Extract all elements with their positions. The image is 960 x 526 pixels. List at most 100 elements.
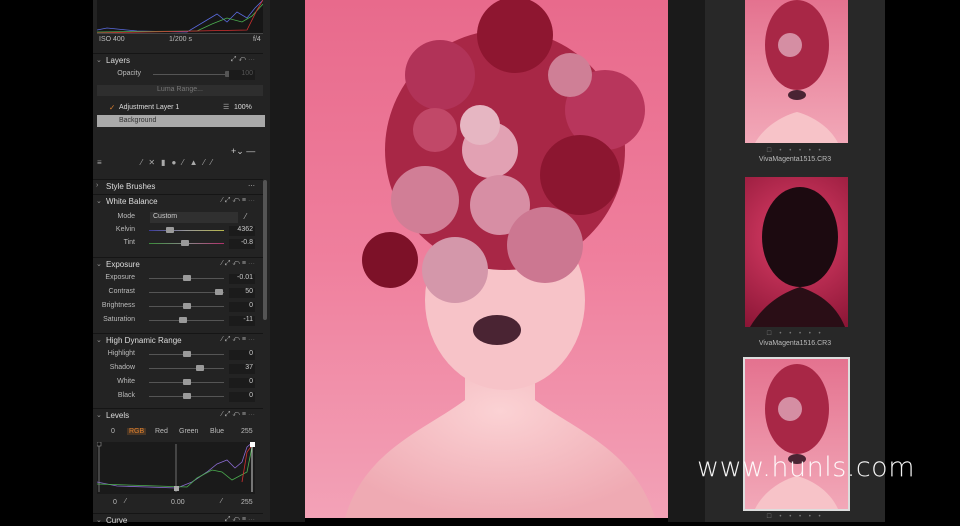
portrait-image [345, 0, 655, 518]
slider-knob[interactable] [214, 289, 223, 295]
tab-green[interactable]: Green [179, 428, 198, 435]
mode-select[interactable]: Custom [150, 212, 238, 223]
thumbnail-1515[interactable] [745, 0, 848, 143]
slider-value[interactable]: 50 [229, 288, 255, 298]
more-icon[interactable]: ⋯ [248, 182, 257, 190]
tool-icons[interactable]: ⤢↶≡⋯ [225, 516, 257, 524]
exposure-header[interactable]: ⌄ Exposure ⁄⤢↶≡⋯ [93, 257, 263, 270]
opacity-value[interactable]: 100 [229, 70, 255, 80]
slider-label: Contrast [108, 288, 135, 295]
tab-rgb[interactable]: RGB [127, 428, 147, 435]
main-image-viewer[interactable] [305, 0, 668, 518]
slider-knob[interactable] [182, 275, 191, 281]
levels-histogram[interactable] [97, 442, 255, 494]
tab-red[interactable]: Red [155, 428, 168, 435]
slider-track[interactable] [149, 368, 224, 369]
brush-tool-icons[interactable]: ⁄✕▮●⁄▲⁄⁄ [141, 158, 218, 167]
rating-dots[interactable]: ☐ • • • • • [705, 147, 885, 154]
section-title: Levels [106, 411, 130, 420]
white-balance-header[interactable]: ⌄ White Balance ⁄⤢↶≡⋯ [93, 194, 263, 207]
thumbnail-filename: VivaMagenta1515.CR3 [758, 156, 832, 163]
layers-header[interactable]: ⌄ Layers ⤢↶⋯ [93, 53, 263, 66]
layer-opacity: 100% [234, 104, 252, 111]
levels-input-high[interactable]: 255 [241, 428, 253, 435]
slider-value[interactable]: 4362 [229, 226, 255, 236]
section-title: Curve [106, 516, 128, 525]
levels-input-low[interactable]: 0 [111, 428, 115, 435]
opacity-slider[interactable] [153, 74, 231, 75]
wb-mode-row[interactable]: Mode Custom ⁄ [93, 212, 263, 224]
slider-value[interactable]: 0 [229, 350, 255, 360]
filmstrip: ☐ • • • • • VivaMagenta1515.CR3 ☐ • • • … [705, 0, 885, 522]
slider-label: Kelvin [115, 226, 135, 233]
slider-value[interactable]: 0 [229, 302, 255, 312]
curve-header[interactable]: ⌄ Curve ⤢↶≡⋯ [93, 513, 263, 526]
slider-knob[interactable] [182, 379, 191, 385]
slider-knob[interactable] [178, 317, 187, 323]
tool-icons[interactable]: ⁄⤢↶≡⋯ [222, 197, 257, 205]
eyedropper-icon[interactable]: ⁄ [221, 498, 222, 505]
tool-icons[interactable]: ⁄⤢↶≡⋯ [222, 336, 257, 344]
slider-knob[interactable] [166, 227, 174, 233]
slider-row-black[interactable]: Black 0 [93, 391, 263, 403]
tool-icons[interactable]: ⤢↶⋯ [231, 56, 257, 64]
output-low[interactable]: 0 [113, 499, 117, 506]
slider-knob[interactable] [182, 303, 191, 309]
levels-header[interactable]: ⌄ Levels ⁄⤢↶≡⋯ [93, 408, 263, 421]
opacity-row[interactable]: Opacity 100 [93, 69, 263, 81]
slider-row-highlight[interactable]: Highlight 0 [93, 349, 263, 361]
midpoint-value[interactable]: 0.00 [171, 499, 185, 506]
section-title: High Dynamic Range [106, 336, 182, 345]
layer-name: Background [119, 117, 157, 124]
hdr-header[interactable]: ⌄ High Dynamic Range ⁄⤢↶≡⋯ [93, 333, 263, 346]
slider-value[interactable]: -0.8 [229, 239, 255, 249]
slider-row-contrast[interactable]: Contrast 50 [93, 287, 263, 299]
tool-icons[interactable]: ⁄⤢↶≡⋯ [222, 411, 257, 419]
layer-item[interactable]: ✓ Adjustment Layer 1 ☰ 100% [97, 102, 263, 114]
thumbnail-1516[interactable] [745, 177, 848, 327]
slider-row-tint[interactable]: Tint -0.8 [93, 238, 263, 250]
rating-dots[interactable]: ☐ • • • • • [705, 513, 885, 520]
iso-readout: ISO 400 [99, 36, 125, 43]
slider-value[interactable]: 37 [229, 364, 255, 374]
slider-knob[interactable] [182, 393, 191, 399]
section-title: Exposure [106, 260, 140, 269]
eyedropper-icon[interactable]: ⁄ [245, 212, 246, 221]
output-high[interactable]: 255 [241, 499, 253, 506]
tab-blue[interactable]: Blue [210, 428, 224, 435]
add-layer-button[interactable]: +⌄ — [231, 146, 255, 157]
opacity-label: Opacity [117, 70, 141, 77]
layer-item-selected[interactable]: Background [97, 115, 265, 127]
slider-knob[interactable] [182, 351, 191, 357]
slider-row-white[interactable]: White 0 [93, 377, 263, 389]
slider-value[interactable]: -0.01 [229, 274, 255, 284]
luma-range-button[interactable]: Luma Range... [97, 85, 263, 96]
tool-icons[interactable]: ⁄⤢↶≡⋯ [222, 260, 257, 268]
slider-row-saturation[interactable]: Saturation -11 [93, 315, 263, 327]
slider-row-shadow[interactable]: Shadow 37 [93, 363, 263, 375]
style-brushes-header[interactable]: › Style Brushes ⋯ [93, 179, 263, 192]
eyedropper-icon[interactable]: ⁄ [125, 498, 126, 505]
thumbnail-selected[interactable] [743, 357, 850, 511]
chevron-down-icon: ⌄ [96, 517, 102, 524]
section-title: Style Brushes [106, 182, 156, 191]
slider-value[interactable]: 0 [229, 378, 255, 388]
slider-row-kelvin[interactable]: Kelvin 4362 [93, 225, 263, 237]
panel-scrollbar[interactable] [263, 180, 267, 320]
slider-label: Shadow [109, 364, 135, 371]
slider-track[interactable] [149, 292, 224, 293]
slider-row-brightness[interactable]: Brightness 0 [93, 301, 263, 313]
slider-value[interactable]: -11 [229, 316, 255, 326]
slider-knob[interactable] [181, 240, 189, 246]
menu-icon[interactable]: ≡ [97, 158, 102, 167]
slider-row-exposure[interactable]: Exposure -0.01 [93, 273, 263, 285]
layer-name: Adjustment Layer 1 [119, 104, 180, 111]
slider-knob[interactable] [196, 365, 204, 371]
thumbnail-image [750, 187, 845, 327]
slider-label: Saturation [103, 316, 135, 323]
section-title: White Balance [106, 197, 158, 206]
rating-dots[interactable]: ☐ • • • • • [705, 330, 885, 337]
slider-label: Brightness [101, 302, 135, 309]
slider-track[interactable] [149, 230, 224, 231]
slider-value[interactable]: 0 [229, 392, 255, 402]
